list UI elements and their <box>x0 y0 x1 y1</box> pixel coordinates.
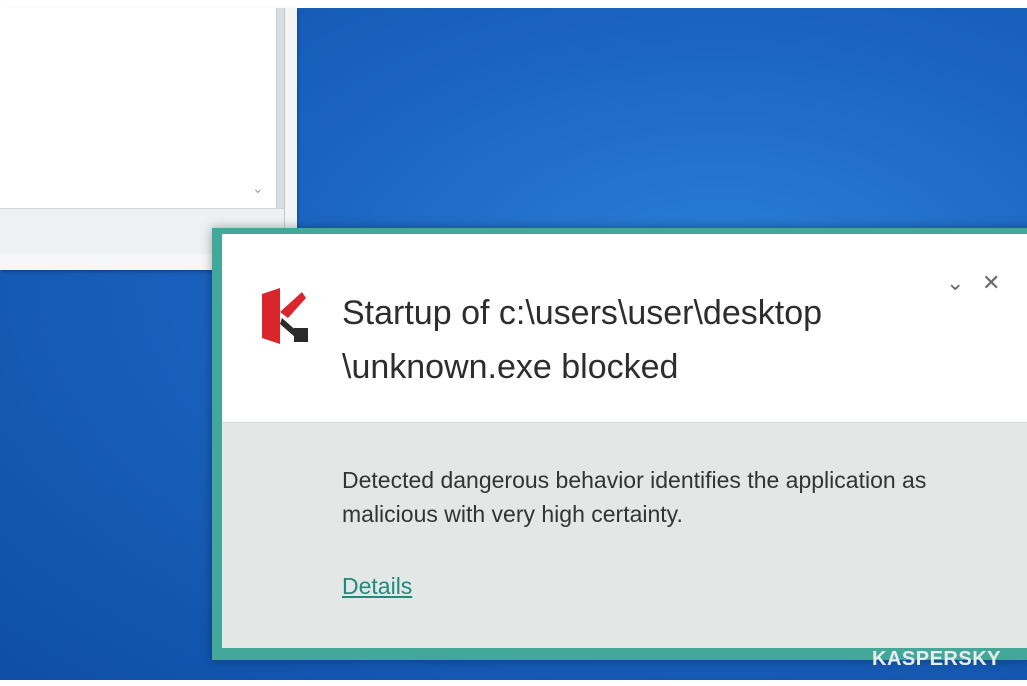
kaspersky-logo-icon <box>262 288 308 344</box>
screen: ⌄ Startup of c:\users\user\desktop \unkn… <box>0 0 1027 686</box>
notification-title-line2: \unknown.exe blocked <box>342 348 679 386</box>
scroll-down-icon[interactable]: ⌄ <box>252 180 264 197</box>
kaspersky-brand-watermark: KASPERSKY <box>872 648 1001 670</box>
notification-title: Startup of c:\users\user\desktop \unknow… <box>342 286 902 394</box>
chevron-down-icon[interactable]: ⌄ <box>946 270 964 296</box>
notification-header: Startup of c:\users\user\desktop \unknow… <box>222 234 1027 422</box>
background-window-pane <box>0 8 277 208</box>
details-link[interactable]: Details <box>342 573 412 600</box>
notification-title-line1: Startup of c:\users\user\desktop <box>342 294 823 332</box>
notification-body: Detected dangerous behavior identifies t… <box>222 422 1027 648</box>
kaspersky-notification: Startup of c:\users\user\desktop \unknow… <box>212 228 1027 660</box>
close-icon[interactable]: ✕ <box>982 270 1000 296</box>
notification-panel: Startup of c:\users\user\desktop \unknow… <box>222 234 1027 648</box>
notification-description: Detected dangerous behavior identifies t… <box>342 467 927 527</box>
